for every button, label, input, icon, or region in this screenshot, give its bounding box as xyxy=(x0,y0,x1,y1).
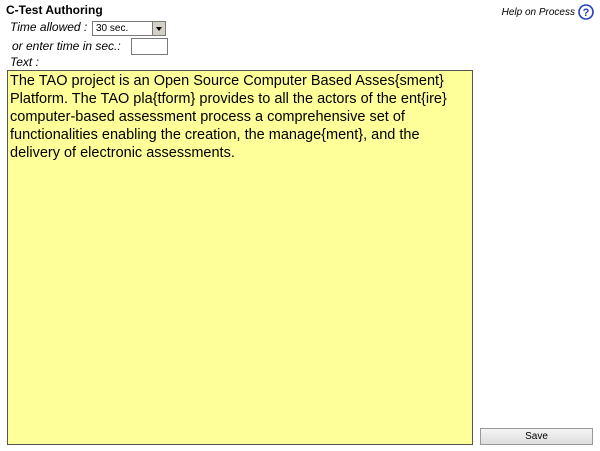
help-on-process-link[interactable]: Help on Process ? xyxy=(502,3,594,21)
seconds-label: or enter time in sec.: xyxy=(12,39,121,53)
svg-text:?: ? xyxy=(583,7,590,19)
save-button[interactable]: Save xyxy=(480,428,593,445)
chevron-down-icon[interactable] xyxy=(152,22,165,35)
page-title: C-Test Authoring xyxy=(6,3,103,17)
time-allowed-selected-value: 30 sec. xyxy=(96,23,129,34)
text-label: Text : xyxy=(10,55,39,69)
time-allowed-label: Time allowed : xyxy=(10,20,88,34)
question-circle-icon[interactable]: ? xyxy=(578,4,594,20)
c-test-authoring-page: C-Test Authoring Help on Process ? Time … xyxy=(0,0,600,451)
seconds-input[interactable] xyxy=(131,38,168,55)
help-label: Help on Process xyxy=(501,6,575,18)
c-test-text-area[interactable]: The TAO project is an Open Source Comput… xyxy=(7,70,473,445)
time-allowed-select[interactable]: 30 sec. xyxy=(92,21,166,36)
